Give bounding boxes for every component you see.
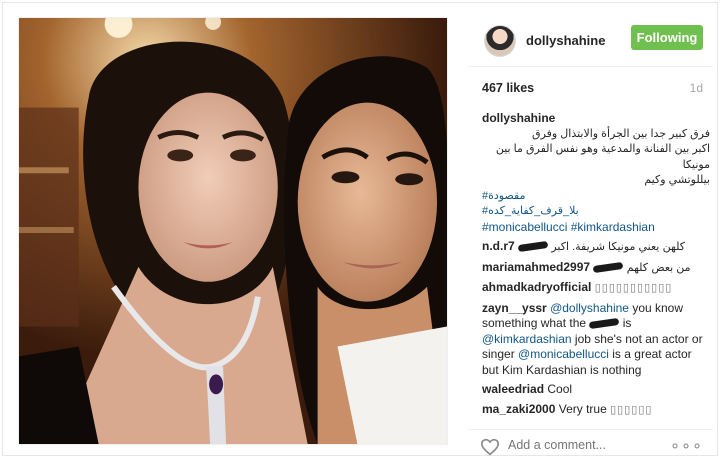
mention-link[interactable]: @kimkardashian	[482, 332, 572, 346]
caption-line-1: فرق كبير جدا بين الجرأة والابتذال وفرق	[532, 127, 710, 140]
hashtag-maqsouda[interactable]: #مقصودة	[482, 189, 710, 205]
comment: mariamahmed2997 من بعض كلهم	[482, 260, 710, 277]
comment-username[interactable]: mariamahmed2997	[482, 260, 590, 274]
following-button[interactable]: Following	[631, 25, 703, 50]
comment-username[interactable]: ma_zaki2000	[482, 402, 555, 416]
post-age: 1d	[689, 81, 703, 95]
selfie-image	[19, 18, 447, 444]
comment-text: كلهم	[626, 261, 649, 274]
mention-link[interactable]: @dollyshahine	[550, 301, 629, 315]
comment-username[interactable]: ahmadkadryofficial	[482, 280, 591, 294]
comment: zayn__yssr @dollyshahine you know someth…	[482, 301, 710, 379]
comment-text: Cool	[547, 382, 573, 396]
hashtag-celebrities[interactable]: #monicabellucci #kimkardashian	[482, 220, 710, 236]
post-stats: 467 likes 1d	[468, 81, 713, 99]
comment-footer: ∘∘∘	[468, 429, 713, 458]
redaction-mark	[593, 261, 624, 273]
comment-text: ▯▯▯▯▯▯▯▯▯▯▯	[594, 282, 673, 294]
likes-count[interactable]: 467 likes	[482, 81, 534, 95]
comment: ma_zaki2000 Very true ▯▯▯▯▯▯	[482, 402, 710, 419]
comment-text: is	[622, 316, 632, 330]
caption: dollyshahine فرق كبير جدا بين الجرأة وال…	[482, 111, 710, 235]
caption-username[interactable]: dollyshahine	[482, 111, 555, 125]
redaction-mark	[589, 318, 620, 330]
comment-text: كلهن	[662, 241, 685, 253]
avatar[interactable]	[484, 25, 516, 57]
redaction-mark	[517, 241, 549, 253]
hashtag-bala-qaraf[interactable]: #بلا_قرف_كفاية_كده	[482, 204, 710, 220]
post-header: dollyshahine Following	[468, 17, 713, 67]
comments-list: dollyshahine فرق كبير جدا بين الجرأة وال…	[482, 111, 710, 422]
comment-username[interactable]: waleedriad	[482, 382, 544, 396]
caption-line-2: اكبر بين الفنانة والمدعية وهو نفس الفرق …	[495, 143, 710, 171]
comment-text: Very true	[558, 401, 607, 416]
comment-text-suffix: ▯▯▯▯▯▯	[610, 403, 653, 416]
mention-link[interactable]: @monicabellucci	[518, 347, 609, 361]
comment-text: من بعض	[651, 261, 691, 274]
comment: waleedriad Cool	[482, 382, 710, 398]
comment: ahmadkadryofficial ▯▯▯▯▯▯▯▯▯▯▯	[482, 280, 710, 297]
post-author-username[interactable]: dollyshahine	[526, 33, 605, 48]
comment-username[interactable]: zayn__yssr	[482, 301, 547, 315]
comment-text: يعني مونيكا شريفة. اكبر	[551, 241, 660, 253]
post-sidebar: dollyshahine Following 467 likes 1d doll…	[468, 17, 713, 456]
instagram-post-card: dollyshahine Following 467 likes 1d doll…	[2, 2, 718, 456]
more-options-icon[interactable]: ∘∘∘	[670, 436, 703, 456]
post-photo[interactable]	[18, 17, 448, 445]
heart-icon[interactable]	[480, 438, 500, 456]
comment-username[interactable]: n.d.r7	[482, 239, 515, 253]
comment: n.d.r7 كلهن يعني مونيكا شريفة. اكبر	[482, 239, 710, 256]
caption-line-3: بيللوتشي وكيم	[644, 174, 710, 186]
add-comment-input[interactable]	[508, 438, 648, 452]
